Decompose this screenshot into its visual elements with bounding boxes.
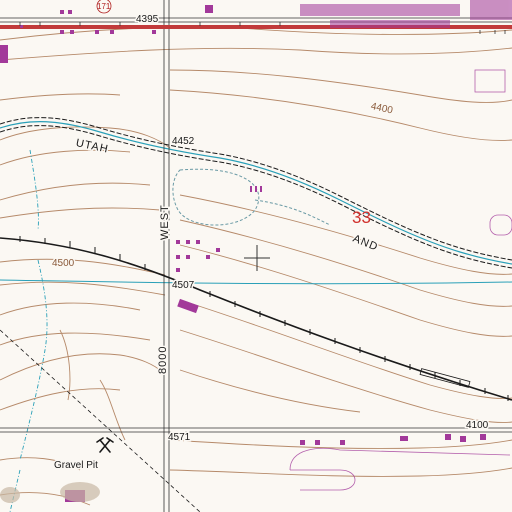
label-gravel-pit: Gravel Pit — [54, 460, 98, 471]
roads — [0, 0, 512, 512]
railroad-ties — [19, 236, 509, 401]
label-8000: 8000 — [157, 346, 169, 374]
elev-4571: 4571 — [168, 432, 191, 443]
map-canvas: UTAH AND WEST 8000 Gravel Pit 33 171 439… — [0, 0, 512, 512]
track-road — [254, 199, 331, 226]
quarry-patches — [0, 482, 100, 503]
crosshair-icon — [244, 245, 270, 271]
elev-4400: 4400 — [370, 101, 394, 116]
elev-4100: 4100 — [466, 420, 489, 431]
urban-area — [300, 0, 512, 28]
topographic-map: UTAH AND WEST 8000 Gravel Pit 33 171 439… — [0, 0, 512, 512]
elev-4507: 4507 — [172, 280, 195, 291]
elev-4500: 4500 — [52, 258, 75, 269]
elev-4395: 4395 — [136, 14, 159, 25]
label-west: WEST — [159, 204, 171, 240]
contour-lines — [0, 26, 512, 506]
label-and: AND — [351, 233, 380, 254]
label-utah: UTAH — [75, 137, 110, 156]
route-shield-label: 171 — [97, 2, 111, 11]
crossed-hammers-icon — [96, 437, 114, 453]
track-oval — [172, 168, 260, 226]
section-number: 33 — [352, 208, 371, 227]
buildings — [0, 5, 486, 502]
elev-4452: 4452 — [172, 136, 195, 147]
